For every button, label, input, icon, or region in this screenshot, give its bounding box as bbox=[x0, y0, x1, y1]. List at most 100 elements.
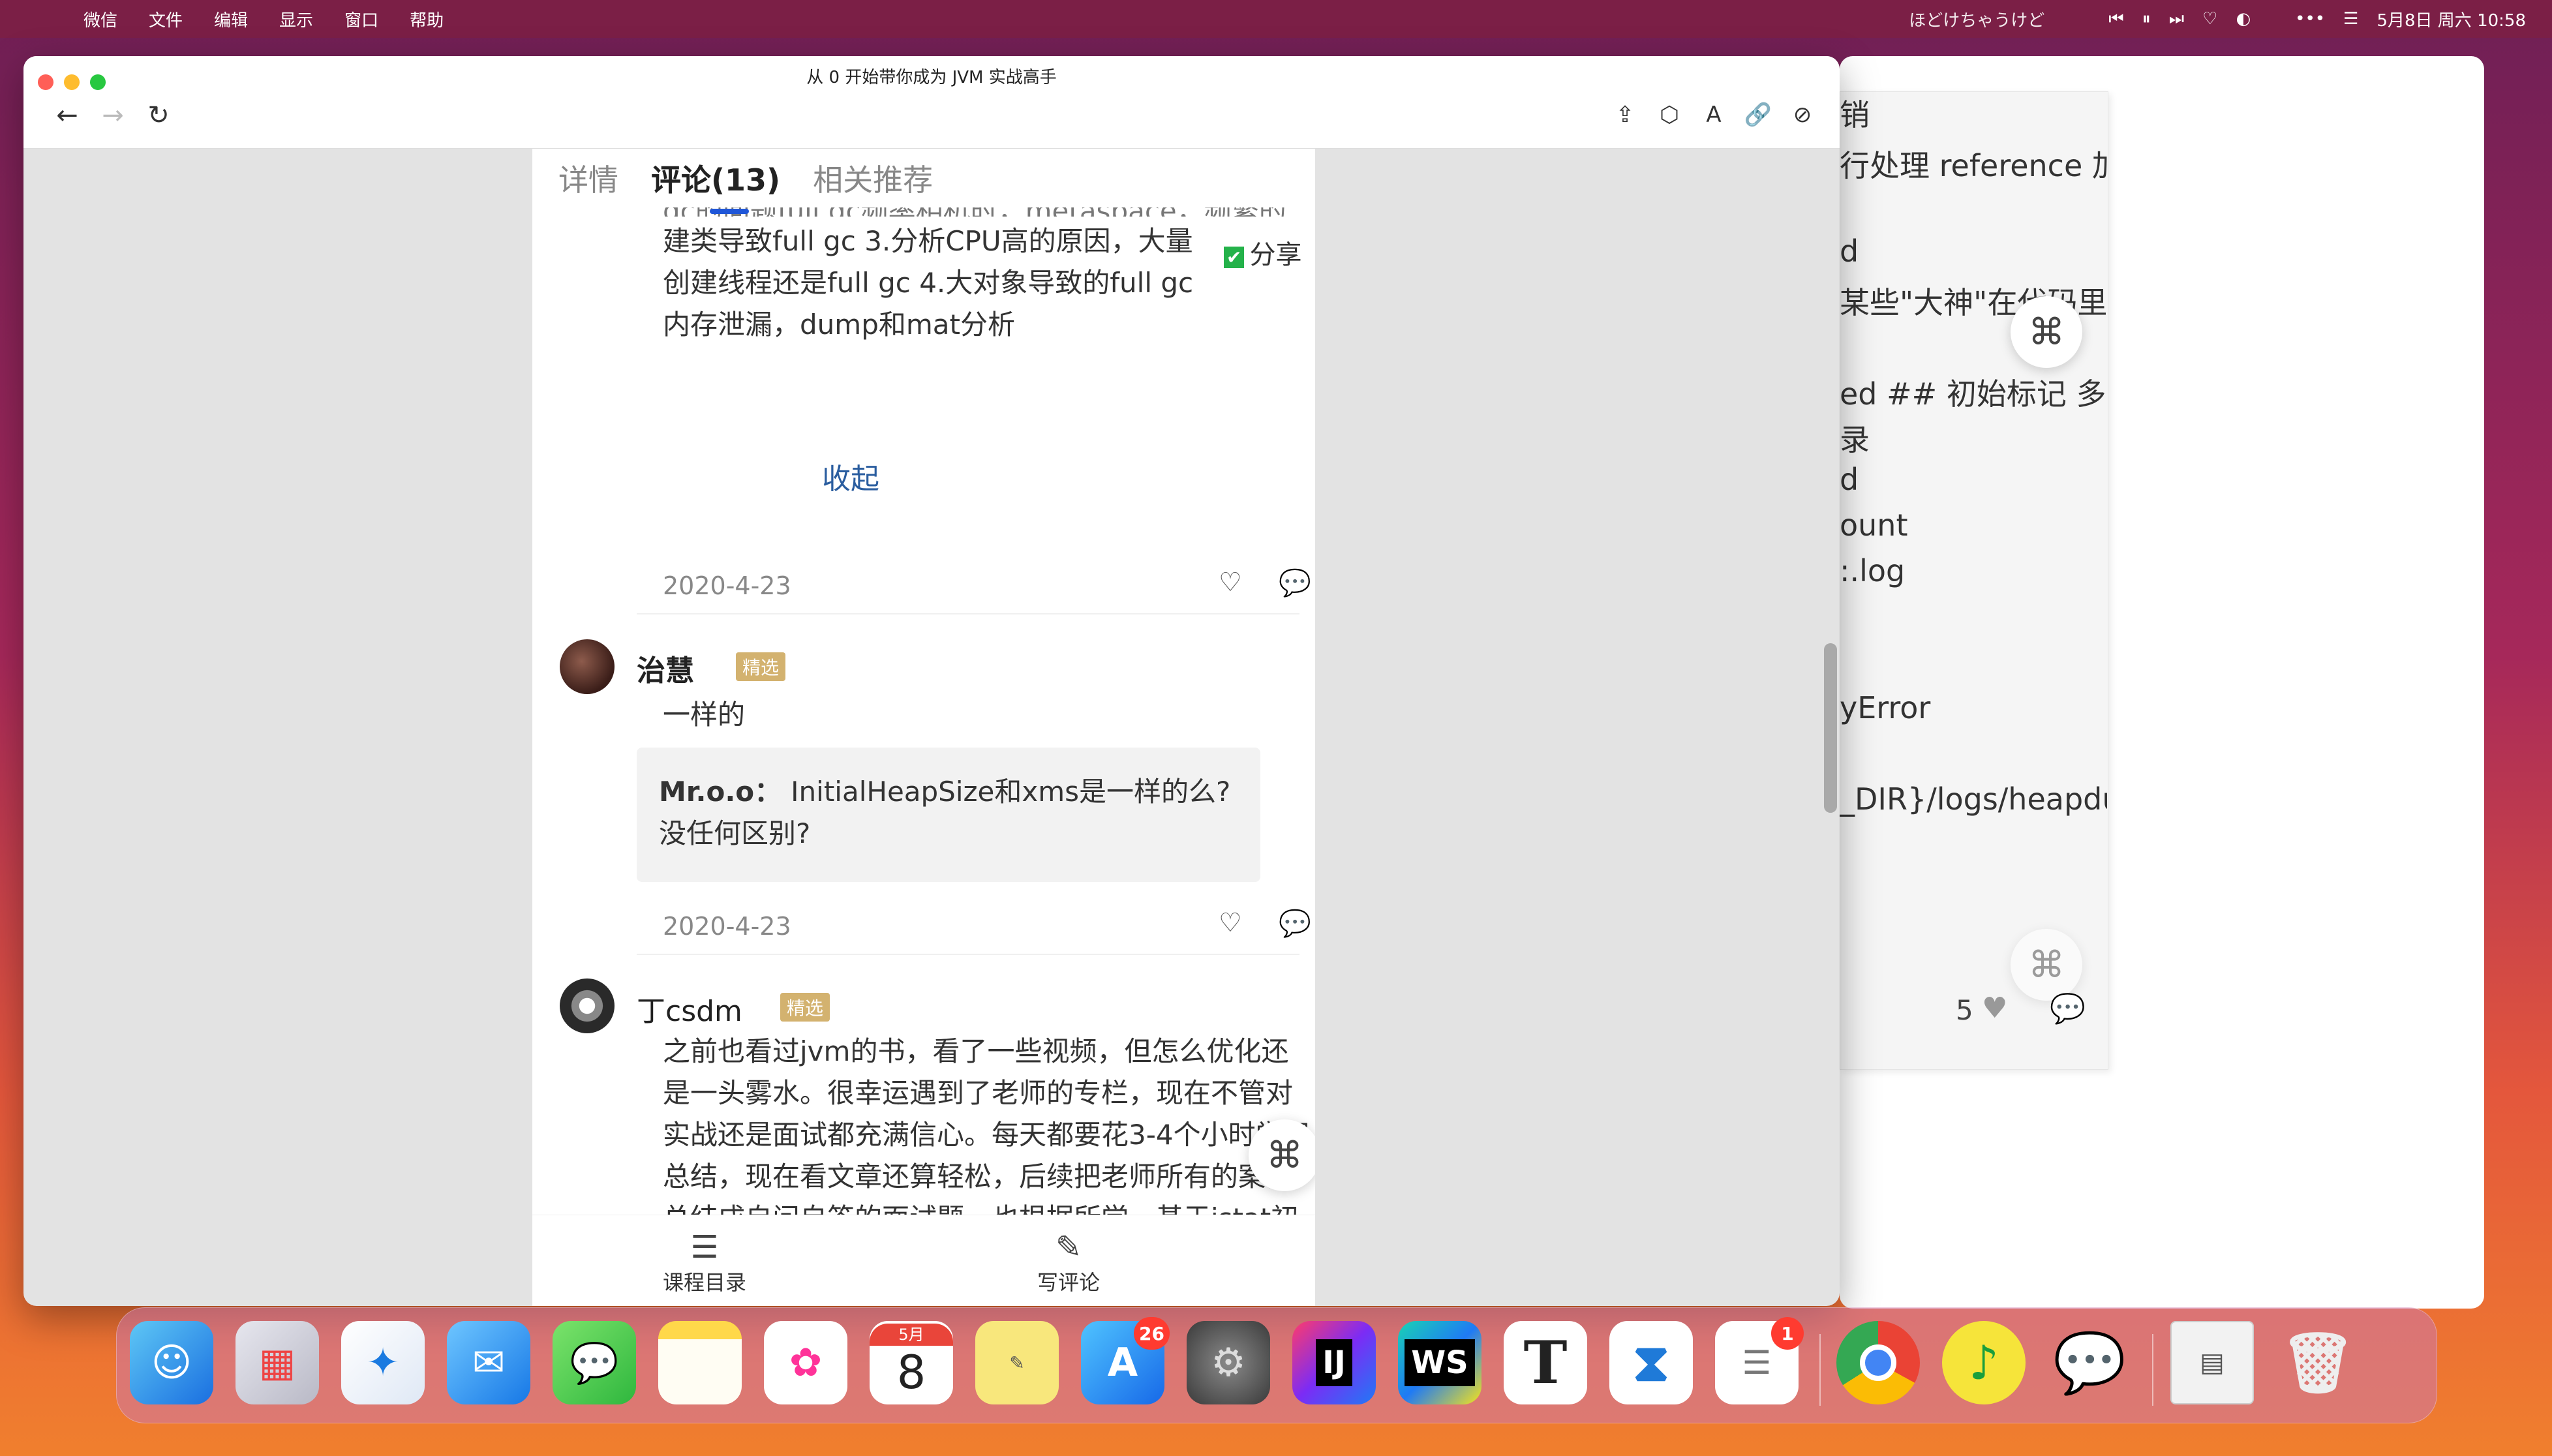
bottom-action-bar: ☰ 课程目录 ✎ 写评论 bbox=[532, 1215, 1315, 1306]
like-heart-icon[interactable]: ♡ bbox=[1219, 908, 1242, 938]
comment-text: 之前也看过jvm的书，看了一些视频，但怎么优化还是一头雾水。很幸运遇到了老师的专… bbox=[663, 1035, 1311, 1220]
webstorm-label: WS bbox=[1405, 1339, 1475, 1386]
trash-icon[interactable]: 🗑 bbox=[2276, 1321, 2360, 1404]
dock: ☺ ▦ ✦ ✉ 💬 ✿ 5月 8 ✎ A 26 ⚙ IJ WS T ⧗ ☰ 1 … bbox=[116, 1307, 2437, 1423]
messages-icon[interactable]: 💬 bbox=[553, 1321, 636, 1404]
float-menu-icon[interactable]: ⌘ bbox=[1249, 1119, 1315, 1191]
wechat-icon[interactable]: 💬 bbox=[2048, 1321, 2131, 1404]
vscode-icon[interactable]: ⧗ bbox=[1609, 1321, 1693, 1404]
bg-text-line: d bbox=[1840, 462, 1859, 497]
quoted-comment: Mr.o.o： InitialHeapSize和xms是一样的么?没任何区别? bbox=[637, 748, 1260, 882]
now-playing-title[interactable]: ほどけちゃうけど bbox=[1909, 7, 2044, 31]
menu-window[interactable]: 窗口 bbox=[344, 7, 378, 31]
bg-float-menu-icon[interactable]: ⌘ bbox=[2011, 296, 2082, 368]
reply-comment-icon[interactable]: 💬 bbox=[1279, 568, 1311, 598]
comment-date: 2020-4-23 bbox=[663, 571, 791, 600]
link-icon[interactable]: 🔗 bbox=[1742, 102, 1774, 128]
menu-view[interactable]: 显示 bbox=[279, 7, 313, 31]
dock-separator bbox=[2152, 1334, 2153, 1406]
share-label: 分享 bbox=[1249, 240, 1302, 270]
forward-arrow-icon[interactable]: → bbox=[97, 100, 129, 130]
comment-text: 一样的 bbox=[663, 699, 746, 731]
back-arrow-icon[interactable]: ← bbox=[51, 100, 84, 130]
tab-details[interactable]: 详情 bbox=[558, 157, 618, 200]
like-heart-icon[interactable]: ♡ bbox=[1219, 568, 1242, 598]
window-title: 从 0 开始带你成为 JVM 实战高手 bbox=[806, 68, 1057, 87]
notification-badge: 26 bbox=[1134, 1317, 1170, 1350]
mail-icon[interactable]: ✉ bbox=[447, 1321, 530, 1404]
control-center-icon[interactable]: ☰ bbox=[2343, 9, 2358, 29]
menu-help[interactable]: 帮助 bbox=[410, 7, 444, 31]
course-toc-button[interactable]: ☰ 课程目录 bbox=[626, 1228, 783, 1296]
pause-icon[interactable]: ⏸ bbox=[2142, 9, 2151, 29]
intellij-icon[interactable]: IJ bbox=[1292, 1321, 1376, 1404]
menu-file[interactable]: 文件 bbox=[149, 7, 183, 31]
scrollbar-thumb[interactable] bbox=[1824, 643, 1837, 813]
featured-badge: 精选 bbox=[736, 652, 786, 681]
write-comment-button[interactable]: ✎ 写评论 bbox=[990, 1228, 1147, 1296]
system-preferences-icon[interactable]: ⚙ bbox=[1187, 1321, 1270, 1404]
bg-text-line: 行处理 reference 加 bbox=[1840, 148, 2107, 183]
featured-badge: 精选 bbox=[780, 993, 830, 1022]
font-size-icon[interactable]: A bbox=[1697, 102, 1730, 128]
course-toc-label: 课程目录 bbox=[662, 1270, 746, 1295]
bg-like-count: 5 bbox=[1956, 994, 1973, 1026]
launchpad-icon[interactable]: ▦ bbox=[235, 1321, 319, 1404]
bg-text-line: ed ## 初始标记 多线 bbox=[1840, 376, 2107, 412]
minimized-window-icon[interactable]: ▤ bbox=[2170, 1321, 2254, 1404]
comment-date: 2020-4-23 bbox=[663, 912, 791, 941]
finder-icon[interactable]: ☺ bbox=[130, 1321, 213, 1404]
photos-icon[interactable]: ✿ bbox=[764, 1321, 847, 1404]
bg-float-menu-icon[interactable]: ⌘ bbox=[2011, 929, 2082, 1001]
calendar-month: 5月 bbox=[870, 1324, 953, 1346]
bg-text-line: ount bbox=[1840, 508, 1908, 543]
heart-icon[interactable]: ♡ bbox=[2202, 9, 2217, 29]
next-track-icon[interactable]: ⏭ bbox=[2169, 9, 2184, 29]
avatar[interactable] bbox=[560, 978, 615, 1033]
collapse-link[interactable]: 收起 bbox=[822, 455, 879, 497]
menubar-clock[interactable]: 5月8日 周六 10:58 bbox=[2377, 7, 2526, 31]
intellij-label: IJ bbox=[1316, 1339, 1352, 1386]
bg-text-line: 录 bbox=[1840, 422, 1870, 457]
bg-text-line: :.log bbox=[1840, 553, 1906, 588]
comment-text: 建类导致full gc 3.分析CPU高的原因，大量创建线程还是full gc … bbox=[663, 225, 1194, 341]
compass-icon[interactable]: ⊘ bbox=[1786, 102, 1819, 128]
bg-heart-icon[interactable]: ♥ bbox=[1982, 992, 2007, 1025]
tab-comments[interactable]: 评论(13) bbox=[651, 157, 780, 214]
comment-username[interactable]: 丁csdm bbox=[637, 988, 742, 1029]
menu-wechat[interactable]: 微信 bbox=[84, 7, 117, 31]
previous-track-icon[interactable]: ⏮ bbox=[2108, 9, 2123, 29]
list-icon: ☰ bbox=[690, 1229, 719, 1266]
menu-edit[interactable]: 编辑 bbox=[214, 7, 248, 31]
refresh-icon[interactable]: ↻ bbox=[142, 100, 175, 130]
chrome-center-icon bbox=[1860, 1344, 1896, 1381]
share-icon[interactable]: ⇪ bbox=[1609, 102, 1641, 128]
tab-recommendations[interactable]: 相关推荐 bbox=[813, 157, 933, 200]
active-tab-indicator bbox=[710, 209, 749, 214]
bg-text-line: 销 bbox=[1840, 97, 1870, 132]
typora-icon[interactable]: T bbox=[1504, 1321, 1587, 1404]
share-button[interactable]: ✔ 分享 bbox=[1217, 234, 1309, 271]
bg-comment-icon[interactable]: 💬 bbox=[2050, 992, 2086, 1025]
chrome-icon[interactable] bbox=[1836, 1321, 1920, 1404]
tab-bar: 详情 评论(13) 相关推荐 bbox=[532, 149, 1315, 214]
qqmusic-icon[interactable]: ♪ bbox=[1942, 1321, 2026, 1404]
comment-username[interactable]: 治慧 bbox=[637, 647, 694, 689]
dock-separator bbox=[1819, 1334, 1821, 1406]
notification-badge: 1 bbox=[1771, 1317, 1804, 1350]
avatar[interactable] bbox=[560, 639, 615, 694]
more-icon[interactable]: ••• bbox=[2295, 9, 2325, 29]
menu-bar: 微信 文件 编辑 显示 窗口 帮助 ほどけちゃうけど ⏮ ⏸ ⏭ ♡ ◐ •••… bbox=[0, 0, 2552, 38]
app-store-icon[interactable]: A 26 bbox=[1081, 1317, 1170, 1404]
reply-comment-icon[interactable]: 💬 bbox=[1279, 908, 1311, 939]
webstorm-icon[interactable]: WS bbox=[1398, 1321, 1481, 1404]
typora-label: T bbox=[1523, 1328, 1568, 1397]
notes-icon[interactable] bbox=[658, 1321, 742, 1404]
calendar-icon[interactable]: 5月 8 bbox=[870, 1321, 953, 1404]
user-status-icon[interactable]: ◐ bbox=[2236, 9, 2251, 29]
check-icon: ✔ bbox=[1224, 247, 1245, 268]
safari-icon[interactable]: ✦ bbox=[341, 1321, 425, 1404]
stickies-icon[interactable]: ✎ bbox=[975, 1321, 1059, 1404]
reminders-icon[interactable]: ☰ 1 bbox=[1715, 1317, 1804, 1404]
cube-icon[interactable]: ⬡ bbox=[1653, 102, 1686, 128]
